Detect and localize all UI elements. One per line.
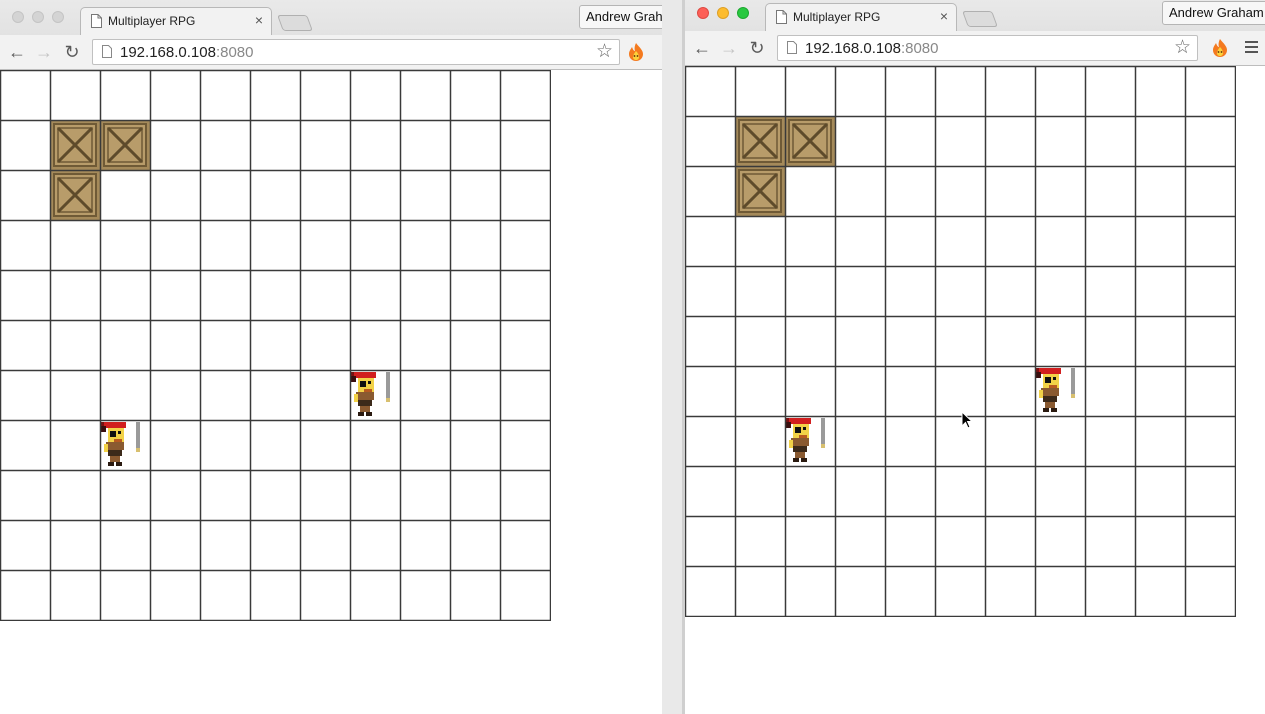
back-button[interactable]: ← xyxy=(692,38,712,58)
menu-icon[interactable] xyxy=(1243,38,1259,56)
url-port: :8080 xyxy=(900,40,939,57)
crate-tile xyxy=(50,120,100,170)
url-text: 192.168.0.108:8080 xyxy=(805,40,938,57)
profile-button[interactable]: Andrew Graham xyxy=(579,5,662,29)
browser-toolbar: ← → ↻ 192.168.0.108:8080 ☆ xyxy=(685,31,1265,66)
close-window-button[interactable] xyxy=(697,7,709,19)
page-icon xyxy=(91,14,102,28)
tab-close-icon[interactable]: × xyxy=(940,8,948,24)
game-board[interactable] xyxy=(0,70,551,621)
tab-multiplayer-rpg[interactable]: Multiplayer RPG × xyxy=(80,7,272,35)
page-icon xyxy=(102,45,112,58)
url-host: 192.168.0.108 xyxy=(805,40,901,57)
mouse-cursor-icon xyxy=(961,411,973,429)
profile-button[interactable]: Andrew Graham xyxy=(1162,1,1265,25)
tab-title: Multiplayer RPG xyxy=(108,14,196,28)
page-icon xyxy=(787,41,797,54)
tab-close-icon[interactable]: × xyxy=(255,12,263,28)
url-host: 192.168.0.108 xyxy=(120,44,216,61)
star-icon[interactable]: ☆ xyxy=(1174,37,1191,59)
title-bar: Multiplayer RPG × Andrew Graham xyxy=(685,0,1265,32)
star-icon[interactable]: ☆ xyxy=(596,41,613,63)
new-tab-button[interactable] xyxy=(277,15,313,31)
forward-button[interactable]: → xyxy=(719,38,739,58)
fire-extension-icon[interactable] xyxy=(1211,38,1229,58)
close-window-button[interactable] xyxy=(12,11,24,23)
reload-button[interactable]: ↻ xyxy=(747,38,767,58)
new-tab-button[interactable] xyxy=(962,11,998,27)
tab-multiplayer-rpg[interactable]: Multiplayer RPG × xyxy=(765,3,957,31)
crate-tile xyxy=(735,166,785,216)
crate-tile xyxy=(50,170,100,220)
address-bar[interactable]: 192.168.0.108:8080 ☆ xyxy=(777,35,1198,61)
crate-tile xyxy=(100,120,150,170)
back-button[interactable]: ← xyxy=(7,42,27,62)
minimize-window-button[interactable] xyxy=(717,7,729,19)
tab-title: Multiplayer RPG xyxy=(793,10,881,24)
game-board[interactable] xyxy=(685,66,1236,617)
window-divider xyxy=(662,0,685,714)
forward-button[interactable]: → xyxy=(34,42,54,62)
browser-window-right: Multiplayer RPG × Andrew Graham ← → ↻ 19… xyxy=(685,0,1265,714)
fire-extension-icon[interactable] xyxy=(627,42,645,62)
url-port: :8080 xyxy=(215,44,254,61)
zoom-window-button[interactable] xyxy=(737,7,749,19)
browser-window-left: Multiplayer RPG × Andrew Graham ← → ↻ 19… xyxy=(0,0,662,714)
browser-toolbar: ← → ↻ 192.168.0.108:8080 ☆ xyxy=(0,35,662,70)
crate-tile xyxy=(735,116,785,166)
url-text: 192.168.0.108:8080 xyxy=(120,44,253,61)
minimize-window-button[interactable] xyxy=(32,11,44,23)
crate-tile xyxy=(785,116,835,166)
reload-button[interactable]: ↻ xyxy=(62,42,82,62)
zoom-window-button[interactable] xyxy=(52,11,64,23)
title-bar: Multiplayer RPG × Andrew Graham xyxy=(0,0,662,37)
page-icon xyxy=(776,10,787,24)
address-bar[interactable]: 192.168.0.108:8080 ☆ xyxy=(92,39,620,65)
